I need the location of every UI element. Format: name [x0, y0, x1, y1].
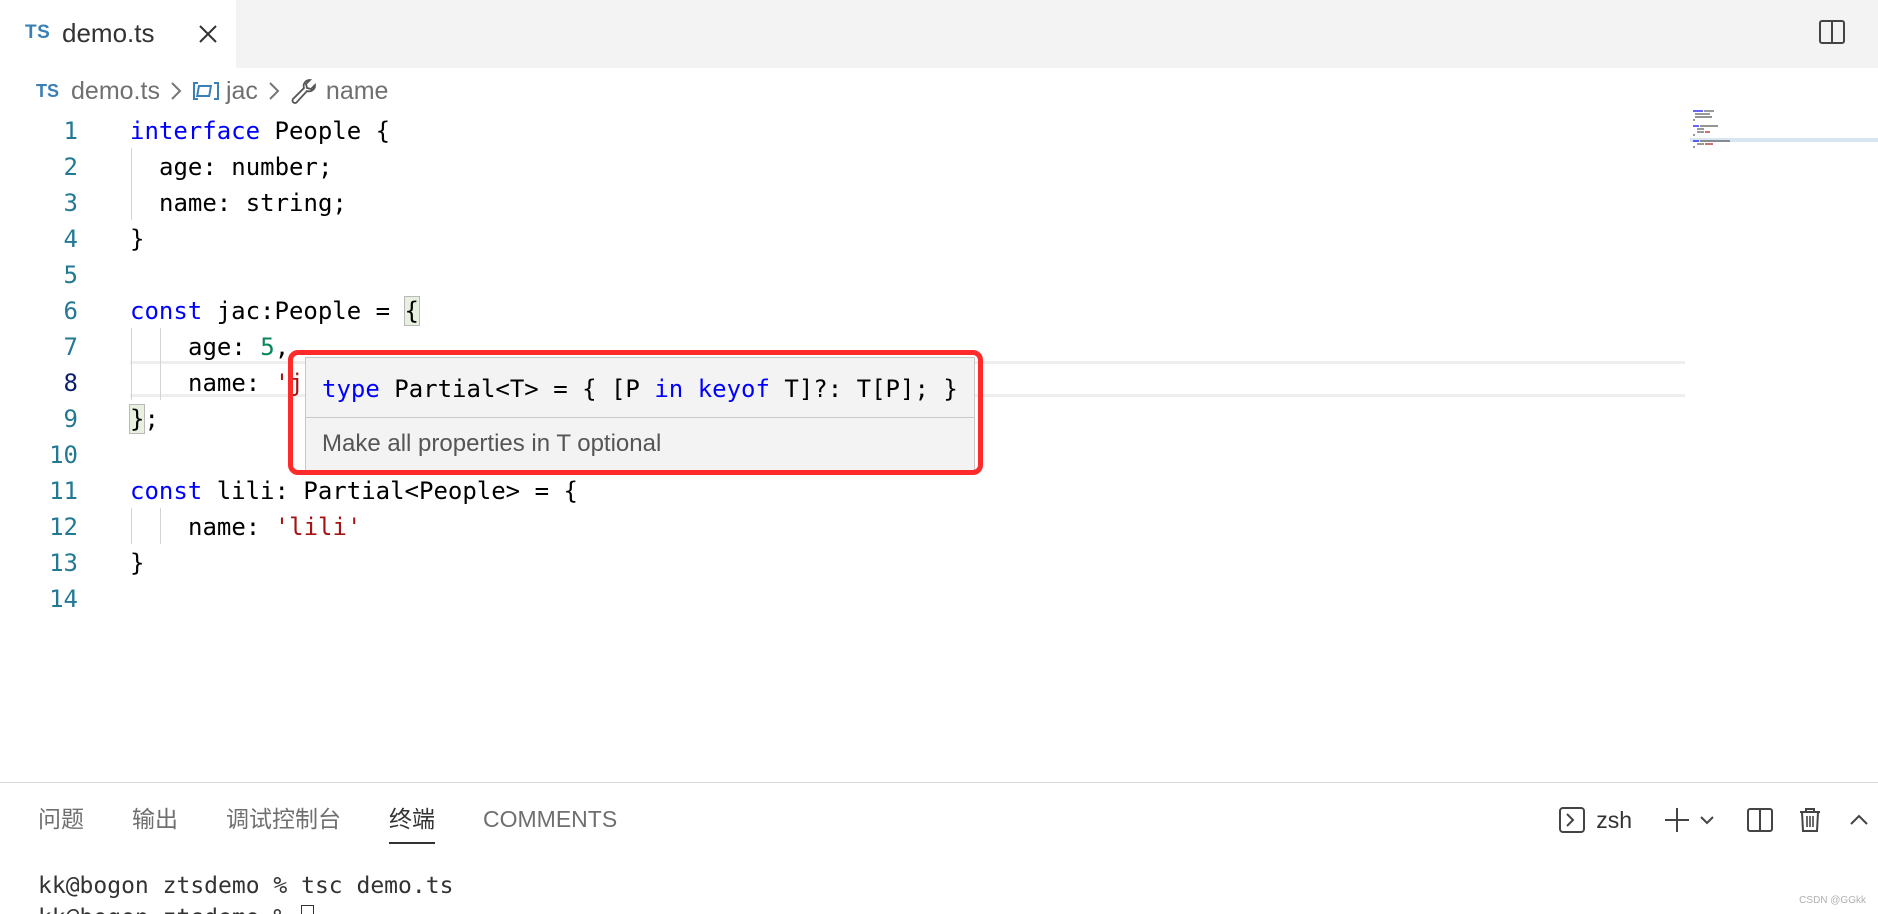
code-text: age: number; — [159, 153, 333, 181]
variable-symbol-icon — [192, 82, 219, 100]
watermark: CSDN @GGkk — [1799, 895, 1866, 906]
panel-actions: zsh — [1558, 800, 1870, 840]
wrench-icon — [291, 79, 316, 104]
trash-icon[interactable] — [1796, 806, 1824, 834]
terminal-icon[interactable] — [1558, 806, 1586, 834]
line-number: 4 — [63, 225, 78, 253]
panel-tabs: 问题 输出 调试控制台 终端 COMMENTS — [38, 798, 665, 844]
code-line: 6 const jac:People = { — [0, 292, 1690, 328]
panel-divider — [0, 782, 1878, 783]
tab-problems[interactable]: 问题 — [38, 798, 84, 842]
line-number: 11 — [49, 477, 78, 505]
code-line: 3 name: string; — [0, 184, 1690, 220]
line-number: 12 — [49, 513, 78, 541]
split-editor-icon[interactable] — [1818, 18, 1846, 46]
close-icon[interactable] — [195, 21, 221, 47]
terminal-line: kk@bogon ztsdemo % — [38, 902, 453, 914]
code-text: name: string; — [159, 189, 347, 217]
line-number: 7 — [63, 333, 78, 361]
code-line: 11 const lili: Partial<People> = { — [0, 472, 1690, 508]
breadcrumb-symbol[interactable]: jac — [226, 77, 258, 106]
breadcrumb: TS demo.ts jac name — [36, 74, 388, 108]
tab-terminal[interactable]: 终端 — [389, 798, 435, 844]
chevron-right-icon — [171, 82, 182, 100]
tab-debug-console[interactable]: 调试控制台 — [226, 798, 341, 842]
code-text: interface People { — [130, 117, 391, 145]
typescript-file-icon: TS — [36, 80, 60, 101]
line-number: 5 — [63, 261, 78, 289]
code-text: name: 'lili' — [188, 513, 362, 541]
chevron-down-icon[interactable] — [1698, 811, 1716, 829]
line-number: 1 — [63, 117, 78, 145]
tab-label: demo.ts — [62, 18, 155, 48]
annotation-highlight-box — [288, 350, 983, 475]
line-number: 2 — [63, 153, 78, 181]
plus-icon[interactable] — [1662, 805, 1692, 835]
matching-bracket: { — [403, 296, 421, 326]
code-text: } — [130, 225, 145, 253]
tab-output[interactable]: 输出 — [132, 798, 178, 842]
minimap[interactable] — [1690, 108, 1878, 168]
code-line: 1 interface People { — [0, 112, 1690, 148]
code-line: 12 name: 'lili' — [0, 508, 1690, 544]
code-line: 5 — [0, 256, 1690, 292]
terminal-cursor — [301, 905, 315, 914]
tab-comments[interactable]: COMMENTS — [483, 798, 617, 842]
code-line: 13 } — [0, 544, 1690, 580]
terminal-name[interactable]: zsh — [1596, 807, 1632, 834]
line-number: 14 — [49, 585, 78, 613]
tab-demo-ts[interactable]: TS demo.ts — [0, 0, 236, 68]
line-number: 9 — [63, 405, 78, 433]
line-number: 6 — [63, 297, 78, 325]
chevron-up-icon[interactable] — [1848, 809, 1870, 831]
breadcrumb-file[interactable]: demo.ts — [71, 77, 160, 106]
code-text: const jac:People = { — [130, 296, 421, 326]
code-text: } — [130, 549, 145, 577]
code-text: const lili: Partial<People> = { — [130, 477, 578, 505]
typescript-file-icon: TS — [25, 22, 51, 43]
terminal-output[interactable]: kk@bogon ztsdemo % tsc demo.ts kk@bogon z… — [38, 870, 453, 914]
editor-tab-bar: TS demo.ts — [0, 0, 1878, 68]
code-text: }; — [128, 404, 159, 434]
code-line: 2 age: number; — [0, 148, 1690, 184]
line-number: 10 — [49, 441, 78, 469]
line-number: 8 — [63, 369, 78, 397]
code-line: 4 } — [0, 220, 1690, 256]
line-number: 3 — [63, 189, 78, 217]
split-terminal-icon[interactable] — [1746, 806, 1774, 834]
code-text: age: 5, — [188, 333, 290, 361]
code-line: 14 — [0, 580, 1690, 616]
code-text: name: 'j — [188, 369, 304, 397]
chevron-right-icon — [269, 82, 280, 100]
matching-bracket: } — [128, 404, 146, 434]
line-number: 13 — [49, 549, 78, 577]
terminal-line: kk@bogon ztsdemo % tsc demo.ts — [38, 873, 454, 899]
breadcrumb-property[interactable]: name — [326, 77, 389, 106]
